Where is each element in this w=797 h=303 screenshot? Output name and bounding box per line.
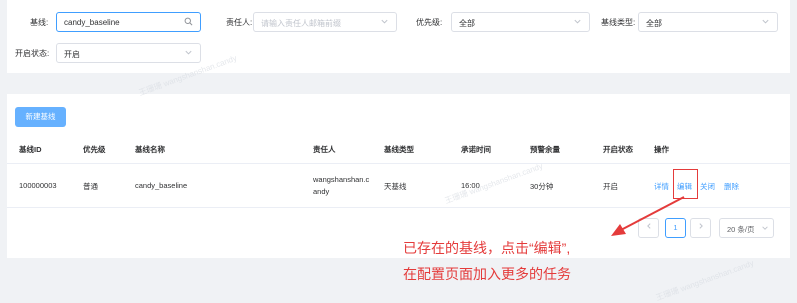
annotation-arrow [611,196,685,236]
annotation-line-2: 在配置页面加入更多的任务 [403,266,571,282]
annotation-line-1: 已存在的基线，点击“编辑”, [403,240,571,256]
